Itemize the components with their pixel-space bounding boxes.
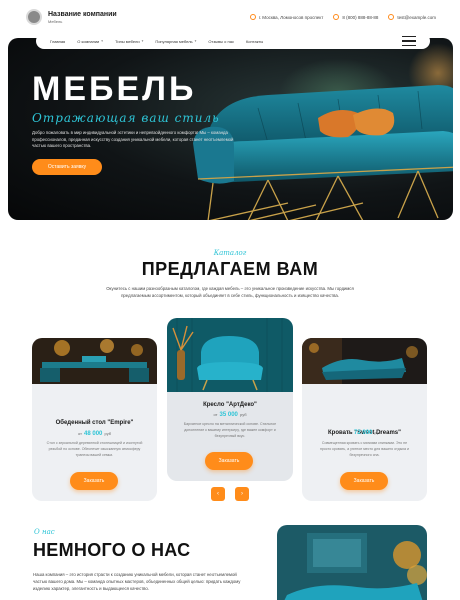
hero-subtitle: Отражающая ваш стиль (32, 111, 220, 125)
card-description: Совмещенная кровать с мягкими спинками. … (319, 441, 410, 457)
about-title: НЕМНОГО О НАС (33, 540, 191, 560)
about-script: О нас (34, 528, 55, 536)
price-prefix: от (213, 412, 218, 417)
armchair-image (167, 318, 293, 392)
order-button[interactable]: Заказать (205, 452, 253, 470)
product-card-artdeco: Кресло "АртДеко" от 35 000 руб Бархатное… (167, 318, 293, 481)
address-text: г. Москва, Ломоносов проспект (258, 14, 324, 20)
contacts: г. Москва, Ломоносов проспект 8 (800) 88… (249, 14, 436, 20)
catalog-description: Окунитесь с нашим разнообразным каталого… (106, 286, 354, 298)
nav-item-reviews[interactable]: Отзывы о нас (208, 39, 234, 44)
product-card-empire: Обеденный стол "Empire" от 48 000 руб Ст… (32, 338, 157, 501)
email-icon (388, 14, 395, 20)
nav-item-home[interactable]: Главная (50, 39, 65, 44)
bed-image (302, 338, 427, 384)
page: Название компании Мебель г. Москва, Ломо… (0, 0, 460, 600)
catalog-script: Каталог (213, 249, 247, 257)
email-text[interactable]: test@example.com (397, 15, 436, 20)
brand-name: Название компании (48, 10, 117, 18)
leave-request-button[interactable]: Оставить заявку (32, 159, 102, 175)
chevron-down-icon: ▾ (101, 39, 104, 43)
nav-item-about[interactable]: О компании ▾ (77, 39, 103, 44)
catalog-title: ПРЕДЛАГАЕМ ВАМ (141, 259, 319, 279)
contact-phone[interactable]: 8 (800) 888-88-88 (333, 14, 378, 20)
card-title: Обеденный стол "Empire" (55, 420, 134, 426)
nav-label: Контакты (245, 38, 264, 44)
hero-banner: МЕБЕЛЬ Отражающая ваш стиль Добро пожало… (8, 38, 453, 220)
card-description: Бархатное кресло на металлической основе… (183, 422, 277, 438)
order-button[interactable]: Заказать (340, 472, 388, 490)
nav-label: О компании (77, 38, 100, 44)
card-title: Кресло "АртДеко" (203, 402, 257, 408)
chevron-down-icon: ▾ (141, 39, 144, 43)
nav-label: Главная (50, 38, 66, 44)
brand-subtitle: Мебель (48, 18, 63, 24)
order-button[interactable]: Заказать (70, 472, 118, 490)
phone-icon (333, 14, 340, 20)
price-currency: руб (240, 412, 247, 417)
prev-arrow-button[interactable]: ‹ (211, 487, 225, 501)
phone-text[interactable]: 8 (800) 888-88-88 (342, 15, 378, 20)
card-description: Стол с зеркальной деревянной столешницей… (46, 441, 143, 457)
price-currency: руб (374, 430, 382, 435)
price-value: 35 000 (219, 412, 238, 418)
nav-label: Популярная мебель (155, 38, 193, 44)
contact-email[interactable]: test@example.com (388, 14, 436, 20)
price-prefix: от (77, 431, 82, 436)
nav-item-types[interactable]: Типы мебели ▾ (115, 39, 143, 44)
nav-label: Отзывы о нас (208, 38, 234, 44)
card-price: от 35 000 руб (167, 412, 293, 418)
chevron-down-icon: ▾ (194, 39, 197, 43)
brand: Название компании Мебель (48, 11, 117, 24)
price-value: 72 000 (354, 430, 373, 436)
price-currency: руб (104, 431, 112, 436)
logo[interactable] (26, 9, 42, 25)
card-price: от 48 000 руб (32, 431, 157, 437)
nav-item-contacts[interactable]: Контакты (246, 39, 263, 44)
nav-label: Типы мебели (115, 38, 140, 44)
card-price: от 72 000 руб (302, 430, 427, 436)
chevron-right-icon: › (241, 491, 243, 497)
contact-address: г. Москва, Ломоносов проспект (249, 14, 324, 20)
main-nav: Главная О компании ▾ Типы мебели ▾ Популяр… (36, 33, 430, 49)
site-header: Название компании Мебель г. Москва, Ломо… (26, 6, 436, 28)
hero-title: МЕБЕЛЬ (32, 70, 197, 108)
hero-description: Добро пожаловать в мир индивидуальной эс… (32, 130, 234, 149)
location-icon (249, 14, 256, 20)
menu-icon[interactable] (402, 36, 416, 46)
product-card-sweet-dreams: Кровать "Sweet Dreams" от 72 000 руб Сов… (302, 338, 427, 501)
chevron-left-icon: ‹ (217, 491, 219, 497)
about-image (277, 525, 427, 600)
nav-item-popular[interactable]: Популярная мебель ▾ (155, 39, 196, 44)
dining-table-image (32, 338, 157, 384)
price-value: 48 000 (84, 431, 103, 437)
next-arrow-button[interactable]: › (235, 487, 249, 501)
about-description: Наша компания – это история страсти к со… (33, 572, 241, 592)
price-prefix: от (347, 430, 352, 435)
